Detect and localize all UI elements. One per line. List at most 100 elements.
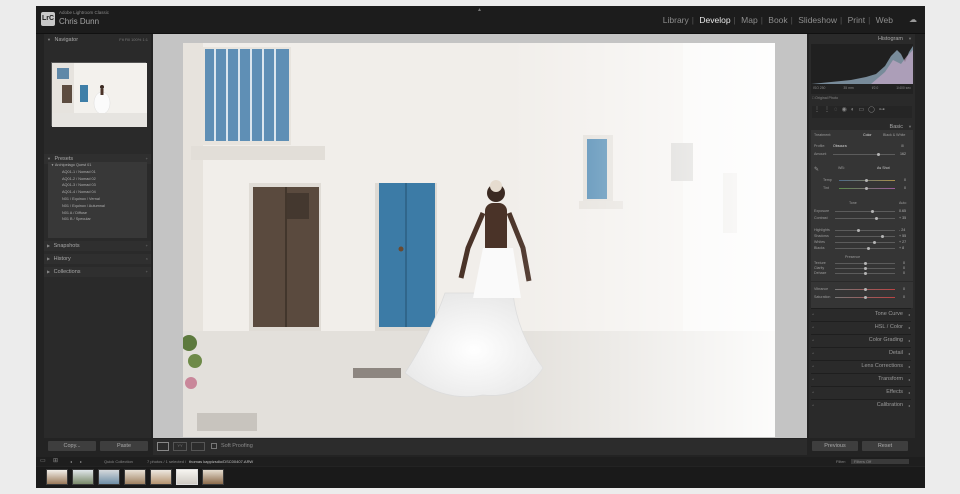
amount-slider[interactable]	[833, 153, 895, 156]
histogram[interactable]: ISO 250 35 mm f/2.0 1/400 sec	[811, 44, 913, 94]
clarity-value[interactable]: 0	[903, 266, 905, 270]
cloud-sync-icon[interactable]: ☁	[909, 15, 917, 24]
dehaze-slider[interactable]	[835, 272, 895, 275]
preset-item[interactable]: N01 / Equinox / Vernal	[48, 196, 147, 203]
tint-value[interactable]: 0	[904, 186, 906, 190]
add-snapshot-icon[interactable]: +	[146, 241, 148, 251]
nav-forward-icon[interactable]: ▸	[80, 457, 82, 466]
history-header[interactable]: ▶ History ×	[44, 254, 151, 264]
preset-group[interactable]: ▼ Archipelago Quest 01	[48, 162, 147, 169]
filmstrip-thumb[interactable]	[98, 469, 120, 485]
zoom-1-1[interactable]: 1:1	[142, 37, 148, 42]
preset-item[interactable]: AQ01-1 / Nomad 01	[48, 169, 147, 176]
crop-icon[interactable]: ⋮⋮	[814, 107, 834, 113]
second-window-icon[interactable]: ▭	[40, 457, 46, 466]
original-photo-toggle[interactable]: □ Original Photo	[812, 96, 838, 100]
module-web[interactable]: Web	[874, 15, 895, 25]
add-collection-icon[interactable]: +	[146, 267, 148, 277]
texture-value[interactable]: 0	[903, 261, 905, 265]
module-library[interactable]: Library	[661, 15, 691, 25]
whites-value[interactable]: + 27	[899, 240, 906, 244]
snapshots-header[interactable]: ▶ Snapshots +	[44, 241, 151, 251]
radial-filter-icon[interactable]: ◯	[868, 107, 879, 113]
section-transform[interactable]: ◂ Transform ◂	[811, 373, 911, 384]
section-lens-corrections[interactable]: ◂ Lens Corrections ◂	[811, 360, 911, 371]
clarity-slider[interactable]	[835, 267, 895, 270]
module-print[interactable]: Print	[846, 15, 867, 25]
main-photo[interactable]	[183, 43, 775, 437]
preset-item[interactable]: AQ01-4 / Nomad 04	[48, 189, 147, 196]
red-eye-icon[interactable]: ◉	[842, 107, 851, 113]
reset-button[interactable]: Reset	[862, 441, 908, 451]
section-tone-curve[interactable]: ◂ Tone Curve ◂	[811, 308, 911, 319]
wb-select[interactable]: As Shot	[877, 166, 890, 170]
zoom-100[interactable]: 100%	[131, 37, 141, 42]
navigator-header[interactable]: ▼ Navigator Fit Fill 100% 1:1	[44, 35, 151, 45]
section-hsl-color[interactable]: ◂ HSL / Color ◂	[811, 321, 911, 332]
before-after-swap-icon[interactable]	[191, 442, 205, 451]
blacks-slider[interactable]	[835, 247, 895, 250]
module-map[interactable]: Map	[739, 15, 760, 25]
paste-button[interactable]: Paste	[100, 441, 148, 451]
navigator-preview[interactable]	[51, 62, 147, 127]
section-effects[interactable]: ◂ Effects ◂	[811, 386, 911, 397]
spot-removal-icon[interactable]: ◌	[834, 107, 842, 113]
preset-item[interactable]: N01 A / Diffuse	[48, 210, 147, 217]
treatment-bw[interactable]: Black & White	[883, 133, 905, 137]
filmstrip-thumb[interactable]	[72, 469, 94, 485]
filmstrip-thumb[interactable]	[46, 469, 68, 485]
blacks-value[interactable]: + 8	[899, 246, 904, 250]
before-after-icon[interactable]: YY	[173, 442, 187, 451]
module-slideshow[interactable]: Slideshow	[796, 15, 839, 25]
wb-eyedropper-icon[interactable]: ✎	[814, 166, 819, 173]
grid-view-icon[interactable]: ⊞	[53, 457, 58, 466]
module-develop[interactable]: Develop	[697, 15, 732, 25]
preset-item[interactable]: N01 B / Specular	[48, 216, 147, 223]
whites-slider[interactable]	[835, 241, 895, 244]
saturation-slider[interactable]	[835, 296, 895, 299]
exposure-value[interactable]: 0.65	[899, 209, 906, 213]
shadows-slider[interactable]	[835, 235, 895, 238]
exposure-slider[interactable]	[835, 210, 895, 213]
auto-tone-button[interactable]: Auto	[899, 201, 906, 205]
graduated-filter-icon[interactable]: ▭	[858, 107, 868, 113]
filmstrip-thumb[interactable]	[202, 469, 224, 485]
tint-slider[interactable]	[839, 187, 895, 190]
module-book[interactable]: Book	[766, 15, 789, 25]
contrast-slider[interactable]	[835, 217, 895, 220]
temp-value[interactable]: 0	[904, 178, 906, 182]
loupe-view-icon[interactable]	[157, 442, 169, 451]
amount-value[interactable]: 162	[900, 152, 906, 156]
profile-select[interactable]: Obscura	[833, 144, 847, 148]
profile-browser-icon[interactable]: ⊞	[901, 144, 904, 148]
preset-item[interactable]: AQ01-2 / Nomad 02	[48, 176, 147, 183]
highlights-slider[interactable]	[835, 229, 895, 232]
section-calibration[interactable]: ◂ Calibration ◂	[811, 399, 911, 410]
collections-header[interactable]: ▶ Collections +	[44, 267, 151, 277]
filmstrip-thumb-selected[interactable]	[176, 469, 198, 485]
preset-item[interactable]: N01 / Equinox / Autumnal	[48, 203, 147, 210]
zoom-fill[interactable]: Fill	[125, 37, 130, 42]
vibrance-value[interactable]: 0	[903, 287, 905, 291]
section-color-grading[interactable]: ◂ Color Grading ◂	[811, 334, 911, 345]
contrast-value[interactable]: + 35	[899, 216, 906, 220]
saturation-value[interactable]: 0	[903, 295, 905, 299]
filmstrip-thumb[interactable]	[124, 469, 146, 485]
preset-item[interactable]: AQ01-3 / Nomad 03	[48, 182, 147, 189]
soft-proofing-checkbox[interactable]	[211, 443, 217, 449]
section-detail[interactable]: ◂ Detail ◂	[811, 347, 911, 358]
zoom-fit[interactable]: Fit	[119, 37, 123, 42]
treatment-color[interactable]: Color	[863, 133, 872, 137]
dehaze-value[interactable]: 0	[903, 271, 905, 275]
brush-icon[interactable]: ⊶	[879, 107, 889, 113]
texture-slider[interactable]	[835, 262, 895, 265]
filmstrip-thumb[interactable]	[150, 469, 172, 485]
clear-history-icon[interactable]: ×	[146, 254, 148, 264]
previous-button[interactable]: Previous	[812, 441, 858, 451]
temp-slider[interactable]	[839, 179, 895, 182]
highlights-value[interactable]: - 24	[899, 228, 905, 232]
vibrance-slider[interactable]	[835, 288, 895, 291]
filmstrip-source[interactable]: Quick Collection	[104, 457, 133, 466]
shadows-value[interactable]: + 55	[899, 234, 906, 238]
histogram-header[interactable]: Histogram ▼	[809, 34, 915, 44]
